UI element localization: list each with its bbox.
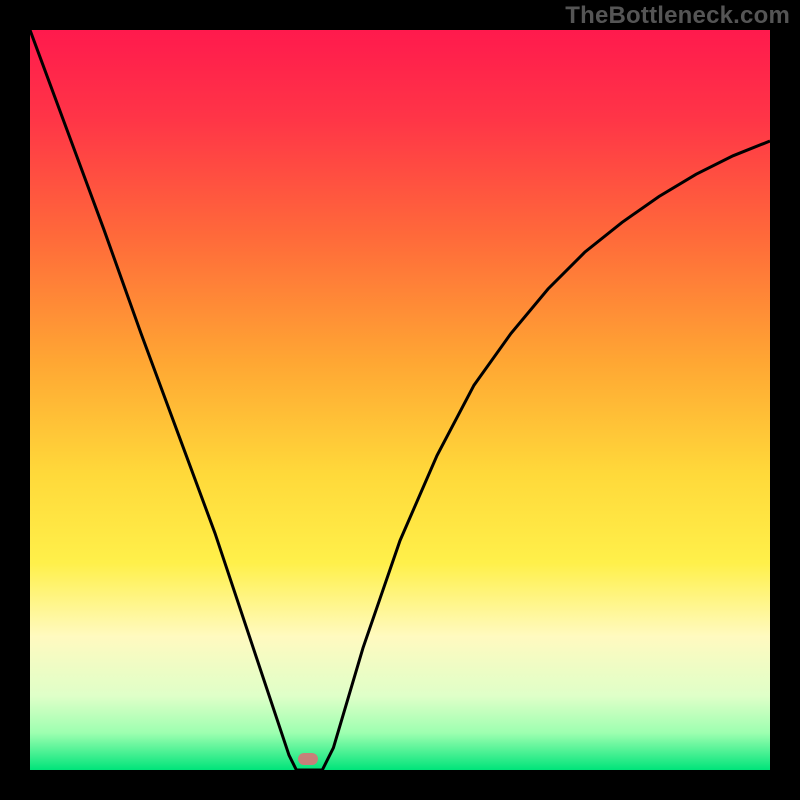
plot-area bbox=[30, 30, 770, 770]
chart-frame: TheBottleneck.com bbox=[0, 0, 800, 800]
gradient-background bbox=[30, 30, 770, 770]
watermark-text: TheBottleneck.com bbox=[565, 2, 790, 30]
plot-svg bbox=[30, 30, 770, 770]
minimum-marker bbox=[298, 753, 318, 765]
